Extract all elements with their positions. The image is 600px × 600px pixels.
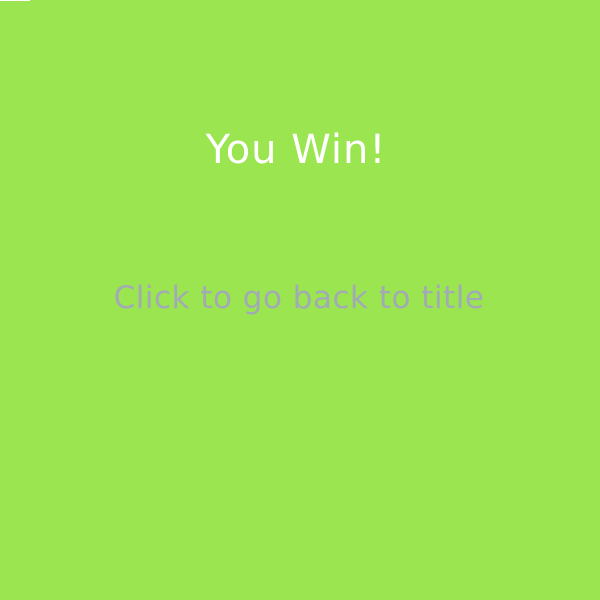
win-screen[interactable]: You Win! Click to go back to title <box>0 0 600 600</box>
back-to-title-prompt[interactable]: Click to go back to title <box>0 278 598 318</box>
win-title: You Win! <box>205 127 387 173</box>
